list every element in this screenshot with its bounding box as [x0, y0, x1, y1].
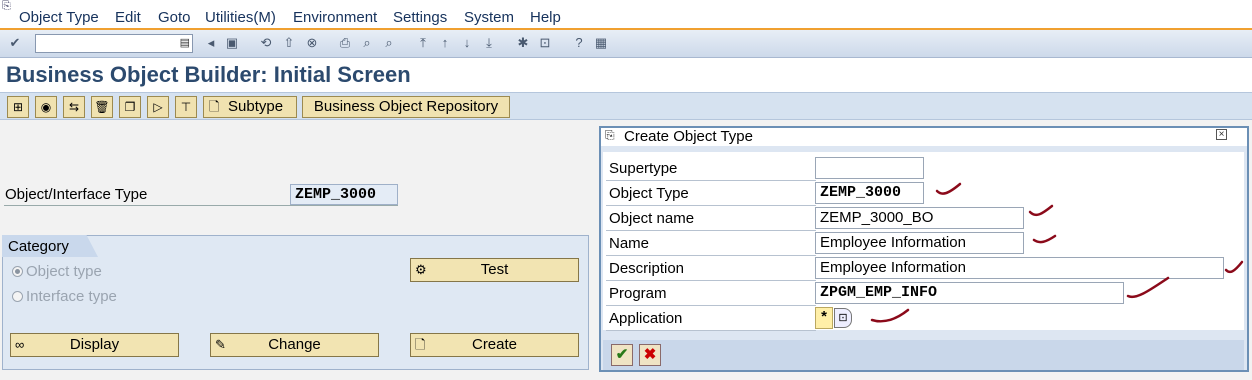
create-button[interactable]: 🗋 Create	[410, 333, 579, 357]
print-icon[interactable]: ⎙	[336, 34, 354, 52]
enter-icon[interactable]: ✔	[6, 34, 24, 52]
save-icon[interactable]: ▣	[223, 34, 241, 52]
shortcut-icon[interactable]: ⊡	[536, 34, 554, 52]
menu-system[interactable]: System	[464, 9, 514, 27]
command-field[interactable]: ▤	[35, 34, 193, 53]
check-icon[interactable]: ✔	[611, 344, 633, 366]
subtype-button[interactable]: 🗋 Subtype	[203, 96, 297, 118]
menu-utilities[interactable]: Utilities(M)	[205, 9, 276, 27]
back-icon[interactable]: ⟲	[257, 34, 275, 52]
object-type-field[interactable]: ZEMP_3000	[815, 182, 924, 204]
menu-edit[interactable]: Edit	[115, 9, 141, 27]
object-name-field[interactable]: ZEMP_3000_BO	[815, 207, 1024, 229]
system-menu-icon[interactable]: ⎘	[2, 0, 16, 12]
object-interface-type-field[interactable]: ZEMP_3000	[290, 184, 398, 205]
row-divider	[606, 230, 816, 231]
cancel-x-icon[interactable]: ✖	[639, 344, 661, 366]
back-arrow-icon[interactable]: ◂	[202, 34, 220, 52]
first-page-icon[interactable]: ⤒	[414, 34, 432, 52]
radio-interface-type-label: Interface type	[26, 288, 117, 305]
rename-icon[interactable]: ▷	[147, 96, 169, 118]
name-field[interactable]: Employee Information	[815, 232, 1024, 254]
other-object-icon[interactable]: ⊞	[7, 96, 29, 118]
standard-toolbar: ✔ ▤ ◂ ▣ ⟲ ⇧ ⊗ ⎙ ⌕ ⌕ ⤒ ↑ ↓ ⤓ ✱ ⊡ ? ▦	[0, 30, 1252, 58]
category-title: Category	[8, 238, 69, 255]
menu-goto[interactable]: Goto	[158, 9, 191, 27]
row-divider	[606, 255, 816, 256]
help-icon[interactable]: ?	[570, 34, 588, 52]
previous-page-icon[interactable]: ↑	[436, 34, 454, 52]
row-divider	[606, 280, 816, 281]
value-help-icon[interactable]: ⊡	[834, 308, 852, 328]
row-divider	[606, 330, 816, 331]
supertype-label: Supertype	[609, 160, 678, 177]
radio-unselected-icon	[12, 291, 23, 302]
cancel-icon[interactable]: ⊗	[303, 34, 321, 52]
row-divider	[606, 205, 816, 206]
dialog-window-icon: ⎘	[605, 128, 615, 142]
radio-selected-icon	[12, 266, 23, 277]
menu-object-type[interactable]: Object Type	[19, 9, 99, 27]
program-label: Program	[609, 285, 667, 302]
display-label: Display	[69, 336, 120, 353]
test-button[interactable]: ⚙ Test	[410, 258, 579, 282]
radio-object-type-label: Object type	[26, 263, 102, 280]
subtype-label: Subtype	[228, 98, 284, 115]
dialog-close-icon[interactable]: ×	[1216, 129, 1227, 140]
name-label: Name	[609, 235, 650, 252]
row-divider	[606, 180, 816, 181]
find-next-icon[interactable]: ⌕	[380, 34, 398, 52]
change-label: Change	[268, 336, 321, 353]
command-dropdown-icon[interactable]: ▤	[180, 36, 190, 49]
delete-icon[interactable]: 🗑	[91, 96, 113, 118]
object-name-label: Object name	[609, 210, 695, 227]
test-label: Test	[480, 261, 509, 278]
supertype-field[interactable]	[815, 157, 924, 179]
last-page-icon[interactable]: ⤓	[480, 34, 498, 52]
where-used-icon[interactable]: ⇆	[63, 96, 85, 118]
menu-bar: ⎘ Object Type Edit Goto Utilities(M) Env…	[0, 0, 1252, 30]
row-divider	[606, 305, 816, 306]
menu-settings[interactable]: Settings	[393, 9, 447, 27]
radio-interface-type[interactable]: Interface type	[12, 288, 117, 305]
business-object-repository-button[interactable]: Business Object Repository	[302, 96, 510, 118]
program-field[interactable]: ZPGM_EMP_INFO	[815, 282, 1124, 304]
exit-icon[interactable]: ⇧	[280, 34, 298, 52]
hierarchy-icon[interactable]: ⊤	[175, 96, 197, 118]
copy-icon[interactable]: ❐	[119, 96, 141, 118]
radio-object-type[interactable]: Object type	[12, 263, 102, 280]
next-page-icon[interactable]: ↓	[458, 34, 476, 52]
document-icon: 🗋	[209, 99, 220, 114]
check-icon[interactable]: ◉	[35, 96, 57, 118]
object-type-label: Object Type	[609, 185, 689, 202]
application-toolbar: ⊞ ◉ ⇆ 🗑 ❐ ▷ ⊤ 🗋 Subtype Business Object …	[0, 92, 1252, 120]
find-icon[interactable]: ⌕	[358, 34, 376, 52]
layout-menu-icon[interactable]: ▦	[592, 34, 610, 52]
application-field[interactable]: *	[815, 307, 833, 329]
display-button[interactable]: ∞ Display	[10, 333, 179, 357]
create-session-icon[interactable]: ✱	[514, 34, 532, 52]
application-label: Application	[609, 310, 683, 327]
menu-help[interactable]: Help	[530, 9, 561, 27]
change-button[interactable]: ✎ Change	[210, 333, 379, 357]
description-label: Description	[609, 260, 685, 277]
object-interface-type-label: Object/Interface Type	[5, 186, 148, 203]
dialog-footer	[603, 340, 1244, 370]
dialog-title: Create Object Type	[624, 128, 753, 145]
field-divider	[4, 205, 398, 206]
menu-environment[interactable]: Environment	[293, 9, 377, 27]
page-title: Business Object Builder: Initial Screen	[6, 62, 411, 87]
create-label: Create	[471, 336, 518, 353]
description-field[interactable]: Employee Information	[815, 257, 1224, 279]
